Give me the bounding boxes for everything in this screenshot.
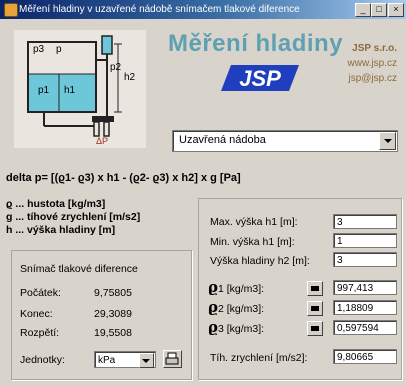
label-p2: p2: [110, 62, 122, 73]
company-name: JSP s.r.o.: [352, 43, 397, 54]
h1min-input[interactable]: 1: [333, 233, 397, 248]
h2-input[interactable]: 3: [333, 252, 397, 267]
close-button[interactable]: ×: [388, 3, 404, 17]
sensor-title: Snímač tlakové diference: [20, 263, 138, 275]
h2-label: Výška hladiny h2 [m]:: [210, 255, 310, 267]
label-h1: h1: [64, 85, 76, 96]
rho2-label-row: ϱ2 [kg/m3]:: [208, 298, 265, 316]
rho1-label: 1 [kg/m3]:: [217, 283, 265, 295]
start-value: 9,75805: [94, 287, 132, 299]
legend-g: g ... tíhové zrychlení [m/s2]: [6, 211, 141, 223]
rho2-label: 2 [kg/m3]:: [217, 303, 265, 315]
company-info: JSP s.r.o. www.jsp.cz jsp@jsp.cz: [345, 41, 397, 86]
rho2-input[interactable]: 1,18809: [333, 300, 397, 315]
h1min-label: Min. výška h1 [m]:: [210, 236, 295, 248]
start-label: Počátek:: [20, 287, 61, 299]
tool-icon: [311, 286, 319, 291]
rho3-label: 3 [kg/m3]:: [217, 323, 265, 335]
h1max-label: Max. výška h1 [m]:: [210, 216, 298, 228]
label-h2: h2: [124, 72, 136, 83]
label-dp: ΔP: [96, 136, 109, 146]
span-label: Rozpětí:: [20, 327, 60, 339]
units-dropdown-button[interactable]: [139, 353, 154, 368]
company-email: jsp@jsp.cz: [348, 73, 398, 84]
rho1-pick-button[interactable]: [307, 281, 323, 296]
label-p3: p3: [33, 44, 45, 55]
g-label: Tíh. zrychlení [m/s2]:: [210, 352, 308, 364]
label-p: p: [56, 44, 62, 55]
units-select[interactable]: kPa: [94, 351, 156, 368]
end-label: Konec:: [20, 308, 53, 320]
app-title: Měření hladiny: [168, 30, 344, 57]
tank-diagram: p3 p p1 h1 p2 h2 ΔP: [14, 30, 146, 148]
span-value: 19,5508: [94, 327, 132, 339]
formula: delta p= [(ϱ1- ϱ3) x h1 - (ϱ2- ϱ3) x h2]…: [6, 172, 241, 184]
company-website: www.jsp.cz: [347, 58, 397, 69]
jsp-logo: JSP: [217, 64, 303, 92]
jsp-logo-text: JSP: [239, 66, 281, 91]
minimize-button[interactable]: _: [355, 3, 371, 17]
rho-symbol: ϱ: [208, 278, 218, 296]
printer-icon: [165, 352, 179, 365]
app-icon: [4, 3, 18, 17]
g-input[interactable]: 9,80665: [333, 349, 397, 364]
chevron-down-icon: [142, 359, 150, 363]
units-label: Jednotky:: [20, 354, 65, 366]
end-value: 29,3089: [94, 308, 132, 320]
tool-icon: [311, 326, 319, 331]
label-p1: p1: [38, 85, 50, 96]
legend-h: h ... výška hladiny [m]: [6, 224, 116, 236]
h1max-input[interactable]: 3: [333, 214, 397, 229]
vessel-type-value: Uzavřená nádoba: [179, 134, 266, 146]
rho-symbol: ϱ: [208, 318, 218, 336]
rho1-input[interactable]: 997,413: [333, 280, 397, 295]
units-value: kPa: [98, 355, 116, 366]
rho2-pick-button[interactable]: [307, 301, 323, 316]
legend-rho: ϱ ... hustota [kg/m3]: [6, 198, 106, 210]
rho3-label-row: ϱ3 [kg/m3]:: [208, 318, 265, 336]
window-title: Měření hladiny v uzavřené nádobě snímače…: [19, 4, 300, 15]
print-button[interactable]: [163, 350, 182, 368]
maximize-button[interactable]: □: [371, 3, 387, 17]
rho3-input[interactable]: 0,597594: [333, 320, 397, 335]
rho3-pick-button[interactable]: [307, 321, 323, 336]
vessel-type-select[interactable]: Uzavřená nádoba: [172, 130, 398, 152]
chevron-down-icon[interactable]: [379, 132, 396, 150]
tool-icon: [311, 306, 319, 311]
title-bar: Měření hladiny v uzavřené nádobě snímače…: [0, 0, 406, 19]
rho-symbol: ϱ: [208, 298, 218, 316]
jsp-logo-svg: JSP: [221, 65, 299, 91]
rho1-label-row: ϱ1 [kg/m3]:: [208, 278, 265, 296]
